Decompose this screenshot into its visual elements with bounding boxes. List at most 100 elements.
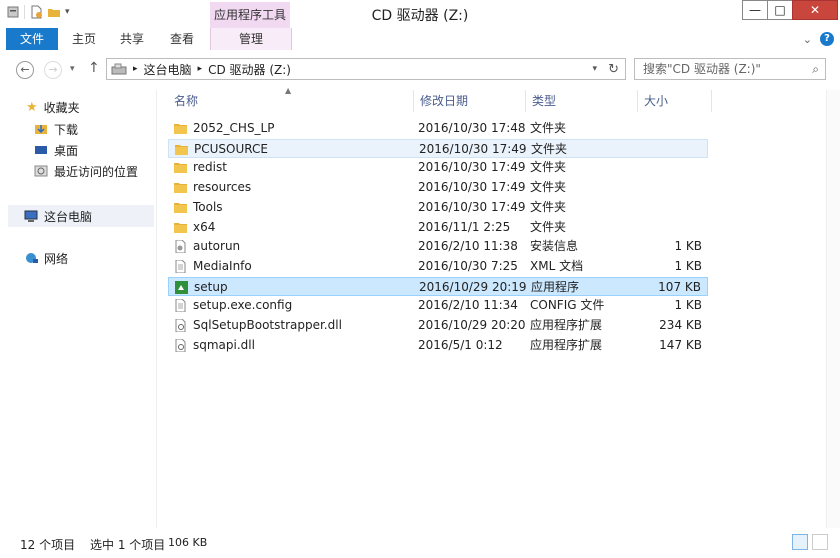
file-type: 文件夹	[530, 160, 567, 175]
close-button[interactable]: ✕	[792, 0, 838, 20]
back-button[interactable]: ←	[16, 61, 34, 79]
drive-icon	[111, 63, 127, 75]
file-row[interactable]: Tools 2016/10/30 17:49 文件夹	[168, 198, 708, 217]
file-row[interactable]: PCUSOURCE 2016/10/30 17:49 文件夹	[168, 138, 708, 158]
network-icon	[26, 253, 38, 263]
desktop-icon	[35, 146, 47, 154]
file-modified: 2016/2/10 11:38	[418, 239, 518, 254]
nav-recent-places-label: 最近访问的位置	[54, 164, 139, 179]
search-placeholder: 搜索"CD 驱动器 (Z:)"	[643, 62, 761, 76]
file-row[interactable]: sqmapi.dll 2016/5/1 0:12 应用程序扩展 147 KB	[168, 336, 708, 355]
tab-view[interactable]: 查看	[160, 28, 204, 50]
close-icon: ✕	[809, 3, 821, 17]
nav-recent-places[interactable]: 最近访问的位置	[34, 162, 138, 180]
nav-downloads-label: 下载	[54, 122, 79, 137]
nav-favorites-label: 收藏夹	[43, 100, 80, 115]
forward-arrow-icon: →	[48, 63, 58, 76]
file-modified: 2016/10/30 17:49	[418, 199, 526, 214]
help-icon[interactable]: ?	[820, 32, 834, 46]
file-type: 文件夹	[530, 199, 567, 214]
file-row[interactable]: resources 2016/10/30 17:49 文件夹	[168, 178, 708, 197]
search-input[interactable]: 搜索"CD 驱动器 (Z:)" ⌕	[634, 58, 826, 80]
recent-locations-icon[interactable]: ▾	[70, 64, 75, 74]
file-name: 2052_CHS_LP	[193, 121, 275, 135]
nav-favorites[interactable]: ★ 收藏夹	[26, 98, 80, 116]
file-name: autorun	[193, 239, 241, 254]
file-name: resources	[193, 180, 252, 195]
file-name: redist	[193, 160, 227, 175]
tab-share[interactable]: 共享	[110, 28, 154, 50]
file-name: setup.exe.config	[193, 298, 293, 313]
file-size: 1 KB	[674, 298, 702, 313]
file-type: 文件夹	[530, 219, 567, 234]
tab-file[interactable]: 文件	[6, 28, 58, 50]
window-title: CD 驱动器 (Z:)	[371, 8, 469, 24]
file-modified: 2016/10/29 20:20	[418, 318, 526, 332]
file-name: x64	[193, 219, 216, 234]
file-type: 应用程序扩展	[530, 337, 603, 352]
nav-this-pc-label: 这台电脑	[44, 209, 93, 224]
file-type: 文件夹	[531, 141, 568, 156]
selection-count: 选中 1 个项目	[90, 538, 166, 552]
file-type: 应用程序	[531, 279, 580, 294]
refresh-icon[interactable]: ↻	[608, 62, 619, 77]
file-type: 文件夹	[530, 121, 567, 135]
maximize-button[interactable]: □	[767, 0, 793, 20]
breadcrumb-separator-icon: ▸	[133, 64, 138, 74]
file-modified: 2016/10/30 17:49	[418, 180, 526, 195]
large-icons-view-icon[interactable]	[812, 534, 828, 550]
address-bar[interactable]: ▸ 这台电脑 ▸ CD 驱动器 (Z:) ▾ ↻	[106, 58, 626, 80]
forward-button[interactable]: →	[44, 61, 62, 79]
file-size: 234 KB	[659, 318, 702, 332]
file-size: 147 KB	[659, 337, 702, 352]
tab-home[interactable]: 主页	[62, 28, 106, 50]
expand-ribbon-icon[interactable]: ⌄	[803, 33, 812, 46]
file-list: ▲ 名称 修改日期 类型 大小 2052_CHS_LP 2016/10/30 17…	[156, 86, 840, 528]
file-modified: 2016/10/30 17:49	[418, 160, 526, 175]
column-header-size[interactable]: 大小	[638, 90, 712, 112]
tab-manage[interactable]: 管理	[210, 28, 292, 50]
file-row[interactable]: SqlSetupBootstrapper.dll 2016/10/29 20:20…	[168, 316, 708, 335]
breadcrumb-separator-icon: ▸	[197, 64, 203, 74]
address-dropdown-icon[interactable]: ▾	[592, 64, 597, 74]
nav-this-pc[interactable]: 这台电脑	[8, 205, 154, 227]
file-modified: 2016/5/1 0:12	[418, 337, 503, 352]
file-modified: 2016/10/30 17:48	[418, 121, 526, 135]
nav-desktop-label: 桌面	[54, 143, 79, 158]
file-name: PCUSOURCE	[194, 141, 268, 156]
column-header-type[interactable]: 类型	[526, 90, 638, 112]
file-row[interactable]: MediaInfo 2016/10/30 7:25 XML 文档 1 KB	[168, 257, 708, 276]
file-row[interactable]: 2052_CHS_LP 2016/10/30 17:48 文件夹	[168, 119, 708, 138]
file-modified: 2016/10/29 20:19	[419, 279, 527, 294]
file-row[interactable]: autorun 2016/2/10 11:38 安装信息 1 KB	[168, 237, 708, 256]
file-type: 安装信息	[530, 239, 579, 254]
file-row[interactable]: redist 2016/10/30 17:49 文件夹	[168, 158, 708, 177]
file-modified: 2016/10/30 17:49	[419, 141, 527, 156]
file-row[interactable]: x64 2016/11/1 2:25 文件夹	[168, 218, 708, 237]
file-row[interactable]: setup 2016/10/29 20:19 应用程序 107 KB	[168, 276, 708, 296]
back-arrow-icon: ←	[20, 63, 30, 76]
column-header-name[interactable]: 名称	[168, 90, 414, 112]
file-row[interactable]: setup.exe.config 2016/2/10 11:34 CONFIG 文件…	[168, 296, 708, 315]
column-header-modified[interactable]: 修改日期	[414, 90, 526, 112]
nav-network[interactable]: 网络	[24, 249, 68, 267]
nav-downloads[interactable]: 下载	[34, 120, 78, 138]
selection-size: 106 KB	[168, 536, 208, 549]
nav-desktop[interactable]: 桌面	[34, 141, 78, 159]
ribbon-tabs: 文件 主页 共享 查看 管理 ⌄ ?	[0, 28, 840, 51]
minimize-icon: —	[749, 3, 761, 17]
breadcrumb-cd-drive[interactable]: CD 驱动器 (Z:)	[208, 61, 291, 78]
status-bar: 12 个项目 选中 1 个项目 106 KB	[0, 528, 840, 558]
details-view-icon[interactable]	[792, 534, 808, 550]
file-type: CONFIG 文件	[530, 298, 605, 313]
search-icon[interactable]: ⌕	[812, 59, 819, 79]
file-name: MediaInfo	[193, 258, 252, 273]
navigation-bar: ← → ▾ ↑ ▸ 这台电脑 ▸ CD 驱动器 (Z:) ▾ ↻ 搜索"CD 驱…	[0, 50, 840, 90]
minimize-button[interactable]: —	[742, 0, 768, 20]
download-folder-icon	[35, 125, 47, 134]
vertical-scrollbar[interactable]	[826, 90, 840, 528]
file-size: 107 KB	[658, 279, 701, 294]
breadcrumb-this-pc[interactable]: 这台电脑	[144, 61, 192, 78]
up-arrow-icon[interactable]: ↑	[88, 60, 100, 76]
file-size: 1 KB	[674, 258, 702, 273]
